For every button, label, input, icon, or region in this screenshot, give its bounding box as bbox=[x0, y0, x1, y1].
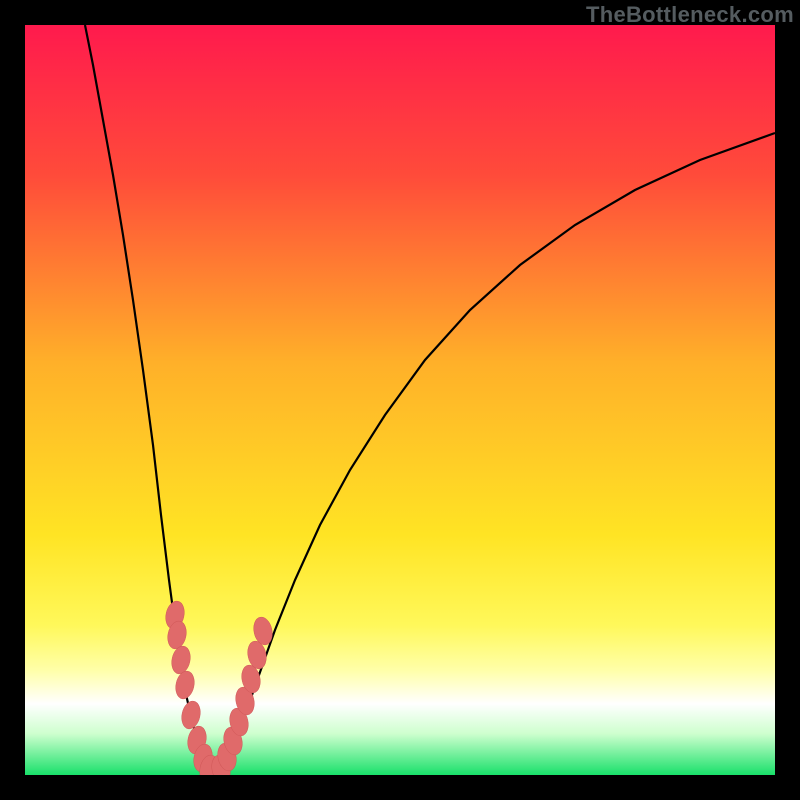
chart-stage: TheBottleneck.com bbox=[0, 0, 800, 800]
watermark-text: TheBottleneck.com bbox=[586, 2, 794, 28]
background-gradient bbox=[25, 25, 775, 775]
plot-area bbox=[25, 25, 775, 775]
